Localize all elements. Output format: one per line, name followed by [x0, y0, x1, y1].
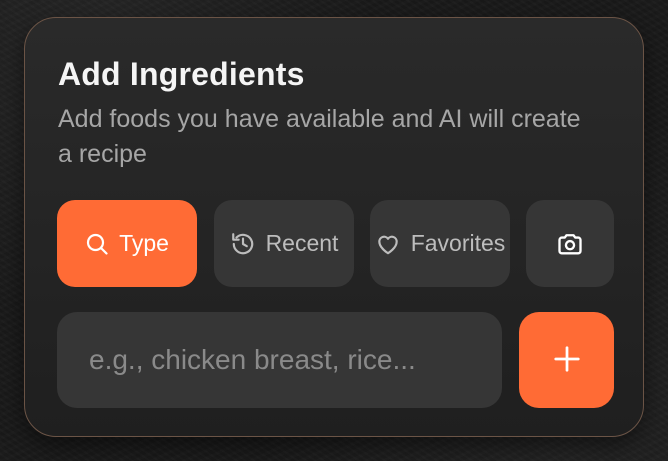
heart-icon: [375, 231, 401, 257]
tab-type[interactable]: Type: [57, 200, 197, 287]
tab-camera[interactable]: [526, 200, 614, 287]
tab-recent-label: Recent: [265, 230, 339, 256]
tab-favorites[interactable]: Favorites: [370, 200, 510, 287]
camera-icon: [556, 230, 584, 258]
tab-type-label: Type: [119, 230, 169, 256]
tab-favorites-label: Favorites: [410, 230, 506, 256]
card-subtitle: Add foods you have available and AI will…: [58, 105, 581, 168]
tab-recent[interactable]: Recent: [214, 200, 354, 287]
history-icon: [230, 231, 256, 257]
ingredient-input-container: [57, 312, 502, 408]
plus-icon: [552, 344, 582, 377]
add-ingredient-button[interactable]: [519, 312, 614, 408]
ingredient-input[interactable]: [57, 312, 502, 408]
search-icon: [85, 232, 109, 256]
card-title: Add Ingredients: [58, 56, 305, 92]
add-ingredients-card: Add Ingredients Add foods you have avail…: [24, 17, 644, 437]
